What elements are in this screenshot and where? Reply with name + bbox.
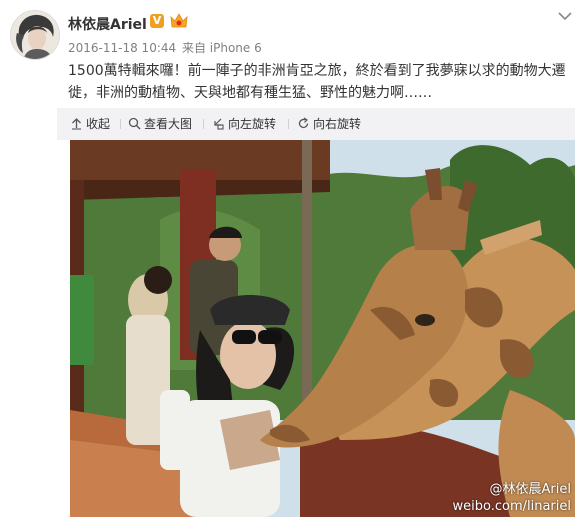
view-large-label: 查看大图 — [144, 117, 193, 131]
toolbar-divider — [120, 119, 121, 129]
post-timestamp[interactable]: 2016-11-18 10:44 — [68, 41, 176, 55]
image-toolbar: 收起 查看大图 向左旋转 向右旋转 — [57, 108, 575, 140]
avatar-image — [11, 11, 59, 59]
vip-crown-icon[interactable] — [170, 13, 188, 29]
view-large-button[interactable]: 查看大图 — [128, 108, 192, 140]
verified-badge[interactable]: V — [150, 14, 164, 28]
rotate-left-icon — [214, 118, 224, 130]
giraffe-photo — [70, 140, 575, 517]
rotate-left-button[interactable]: 向左旋转 — [212, 108, 276, 140]
post-text: 1500萬特輯來囉！前一陣子的非洲肯亞之旅，終於看到了我夢寐以求的動物大遷徙，非… — [68, 63, 566, 101]
rotate-left-label: 向左旋转 — [228, 117, 277, 131]
arrow-up-icon — [72, 118, 81, 130]
rotate-right-icon — [298, 117, 309, 129]
photo-watermark: @林依晨Ariel weibo.com/linariel — [453, 481, 572, 515]
avatar[interactable] — [10, 10, 60, 60]
username[interactable]: 林依晨Ariel — [68, 14, 147, 34]
chevron-down-icon[interactable] — [556, 8, 574, 22]
weibo-post: 林依晨Ariel V 2016-11-18 10:44 来自 iPhone 6 … — [0, 0, 583, 523]
magnifier-icon — [128, 117, 141, 130]
post-meta: 2016-11-18 10:44 来自 iPhone 6 — [68, 39, 262, 56]
rotate-right-label: 向右旋转 — [313, 117, 362, 131]
collapse-button[interactable]: 收起 — [70, 108, 110, 140]
collapse-label: 收起 — [86, 117, 111, 131]
toolbar-divider — [203, 119, 204, 129]
post-source: 来自 iPhone 6 — [181, 41, 262, 55]
toolbar-divider — [288, 119, 289, 129]
rotate-right-button[interactable]: 向右旋转 — [297, 108, 361, 140]
watermark-url: weibo.com/linariel — [452, 499, 572, 514]
post-photo[interactable]: @林依晨Ariel weibo.com/linariel — [70, 140, 575, 517]
watermark-handle: @林依晨Ariel — [489, 482, 571, 497]
